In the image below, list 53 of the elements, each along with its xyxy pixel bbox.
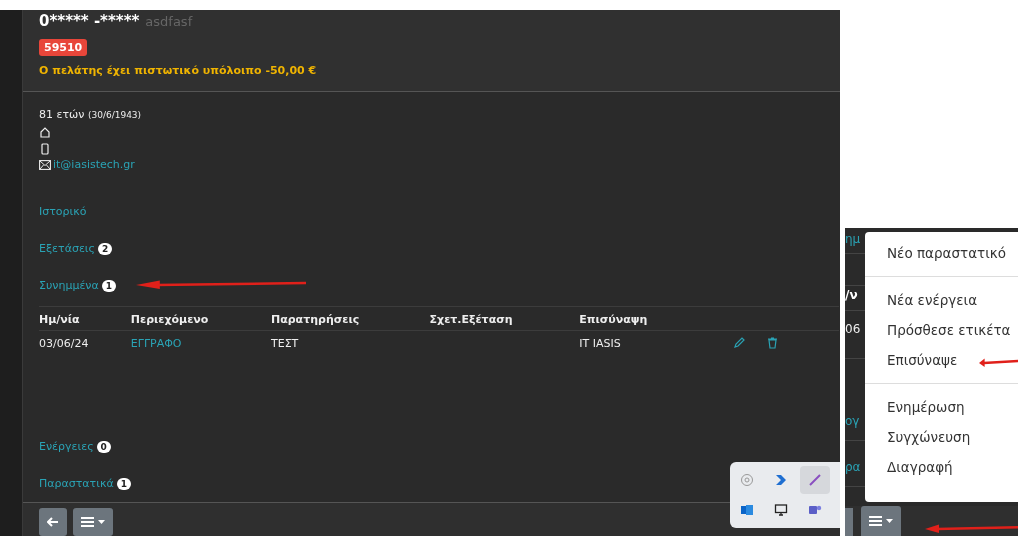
caret-icon [98,519,105,524]
section-link[interactable]: Εξετάσεις [39,242,95,255]
menu-icon [869,515,882,527]
link-fragment: ημ [845,232,861,246]
count-badge: 2 [98,242,113,255]
count-badge: 1 [101,279,117,292]
customer-code-badge: 59510 [39,39,88,56]
section-link[interactable]: Ενέργειες [39,440,94,453]
table-cell: IT IASIS [579,337,621,350]
table-cell: ΤΕΣΤ [270,337,299,350]
mail-icon [39,159,51,170]
column-header: Παρατηρήσεις [270,313,360,326]
balance-warning: Ο πελάτης έχει πιστωτικό υπόλοιπο -50,00 € [39,64,318,77]
annotation-arrow [979,357,1018,367]
email-link[interactable]: it@iasistech.gr [53,158,135,171]
caret-icon [886,519,893,523]
column-header: Ημ/νία [39,313,80,326]
cell-fragment: 06 [845,322,861,336]
table-cell: 03/06/24 [39,337,89,350]
pen-icon[interactable] [808,473,822,487]
menu-item[interactable]: Νέα ενέργεια [865,285,1018,315]
monitor-icon[interactable] [774,503,788,517]
section-link[interactable]: Ιστορικό [39,205,87,218]
menu-button[interactable] [73,507,113,536]
menu-icon [81,515,94,528]
column-header: Σχετ.Εξέταση [429,313,513,326]
section-link[interactable]: Συνημμένα [39,279,99,292]
document-link[interactable]: ΕΓΓΡΑΦΟ [130,337,182,350]
menu-item[interactable]: Πρόσθεσε ετικέτα [865,315,1018,345]
chevron-icon[interactable] [774,473,788,487]
home-icon [39,126,51,138]
menu-item[interactable]: Διαγραφή [865,452,1018,482]
button-stub [845,508,853,536]
menu-item[interactable]: Ενημέρωση [865,392,1018,422]
mail-app-icon[interactable] [740,503,754,517]
people-app-icon[interactable] [808,503,822,517]
count-badge: 0 [96,440,111,453]
edit-icon[interactable] [733,337,746,349]
menu-item[interactable]: Συγχώνευση [865,422,1018,452]
column-header: Επισύναψη [579,313,648,326]
count-badge: 1 [116,477,131,490]
column-header: Περιεχόμενο [130,313,209,326]
age-text: 81 ετών (30/6/1943) [39,108,143,121]
menu-item[interactable]: Νέο παραστατικό [865,238,1018,268]
back-button[interactable] [39,507,67,536]
menu-item[interactable]: Επισύναψε [865,345,1018,375]
trash-icon[interactable] [767,337,779,349]
back-arrow-icon [47,516,59,527]
section-link[interactable]: Παραστατικά [39,477,114,490]
header-fragment: /ν [845,288,858,302]
phone-icon [39,143,51,155]
link-fragment: ρα [845,460,861,474]
link-fragment: ογ [845,414,860,428]
